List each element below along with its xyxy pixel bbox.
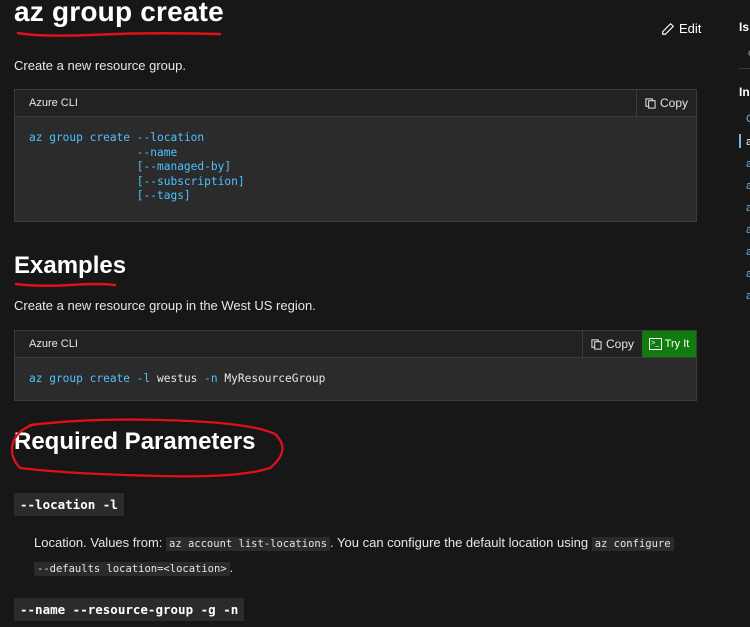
param-location: --location -l — [14, 493, 124, 516]
sidebar-item-active[interactable]: a — [746, 136, 750, 148]
edit-link[interactable]: Edit — [661, 21, 701, 36]
edit-label: Edit — [679, 21, 702, 36]
copy-label: Copy — [659, 96, 688, 110]
examples-heading: Examples — [14, 252, 127, 279]
title-underline — [16, 31, 222, 37]
syntax-code-block: Azure CLI Copy az group create --locatio… — [14, 89, 697, 222]
required-parameters-heading: Required Parameters — [14, 428, 256, 455]
sidebar-item[interactable]: a — [746, 224, 750, 236]
param-location-description: Location. Values from: az account list-l… — [34, 531, 699, 581]
syntax-code: az group create --location --name [--man… — [29, 131, 245, 202]
sidebar-item[interactable]: C — [746, 113, 750, 125]
code-language-label: Azure CLI — [29, 97, 78, 109]
inline-code: az configure — [591, 537, 674, 551]
sidebar-heading-1: Is — [739, 20, 750, 34]
sidebar-divider — [739, 68, 750, 69]
code-header: Azure CLI Copy — [15, 90, 696, 117]
inline-code: az account list-locations — [166, 537, 331, 551]
sidebar-item[interactable]: a — [746, 290, 750, 302]
pencil-icon — [662, 22, 675, 35]
page-title: az group create — [14, 0, 224, 27]
example-description: Create a new resource group in the West … — [14, 298, 316, 313]
copy-button[interactable]: Copy — [635, 90, 696, 116]
copy-icon — [591, 338, 602, 350]
code-header: Azure CLI Copy >_ Try It — [15, 331, 696, 358]
example-command: az group create -l westus -n MyResourceG… — [29, 372, 326, 385]
terminal-icon: >_ — [648, 338, 662, 350]
inline-code: --defaults location=<location> — [34, 562, 230, 576]
page-description: Create a new resource group. — [14, 58, 186, 73]
sidebar-item[interactable]: a — [746, 268, 750, 280]
sidebar-active-indicator — [739, 134, 741, 148]
copy-label: Copy — [605, 337, 634, 351]
sidebar-heading-2: In — [739, 85, 750, 99]
examples-underline — [14, 282, 117, 288]
copy-icon — [645, 97, 656, 109]
sidebar-item[interactable]: a — [746, 158, 750, 170]
code-language-label: Azure CLI — [29, 338, 78, 350]
try-it-label: Try It — [664, 338, 690, 350]
copy-button[interactable]: Copy — [581, 331, 642, 357]
param-name: --name --resource-group -g -n — [14, 598, 245, 621]
example-code-block: Azure CLI Copy >_ Try It az group create… — [14, 330, 697, 401]
sidebar-item[interactable]: a — [746, 202, 750, 214]
sidebar-item[interactable]: a — [746, 246, 750, 258]
try-it-button[interactable]: >_ Try It — [642, 331, 696, 357]
sidebar-item[interactable]: a — [746, 180, 750, 192]
